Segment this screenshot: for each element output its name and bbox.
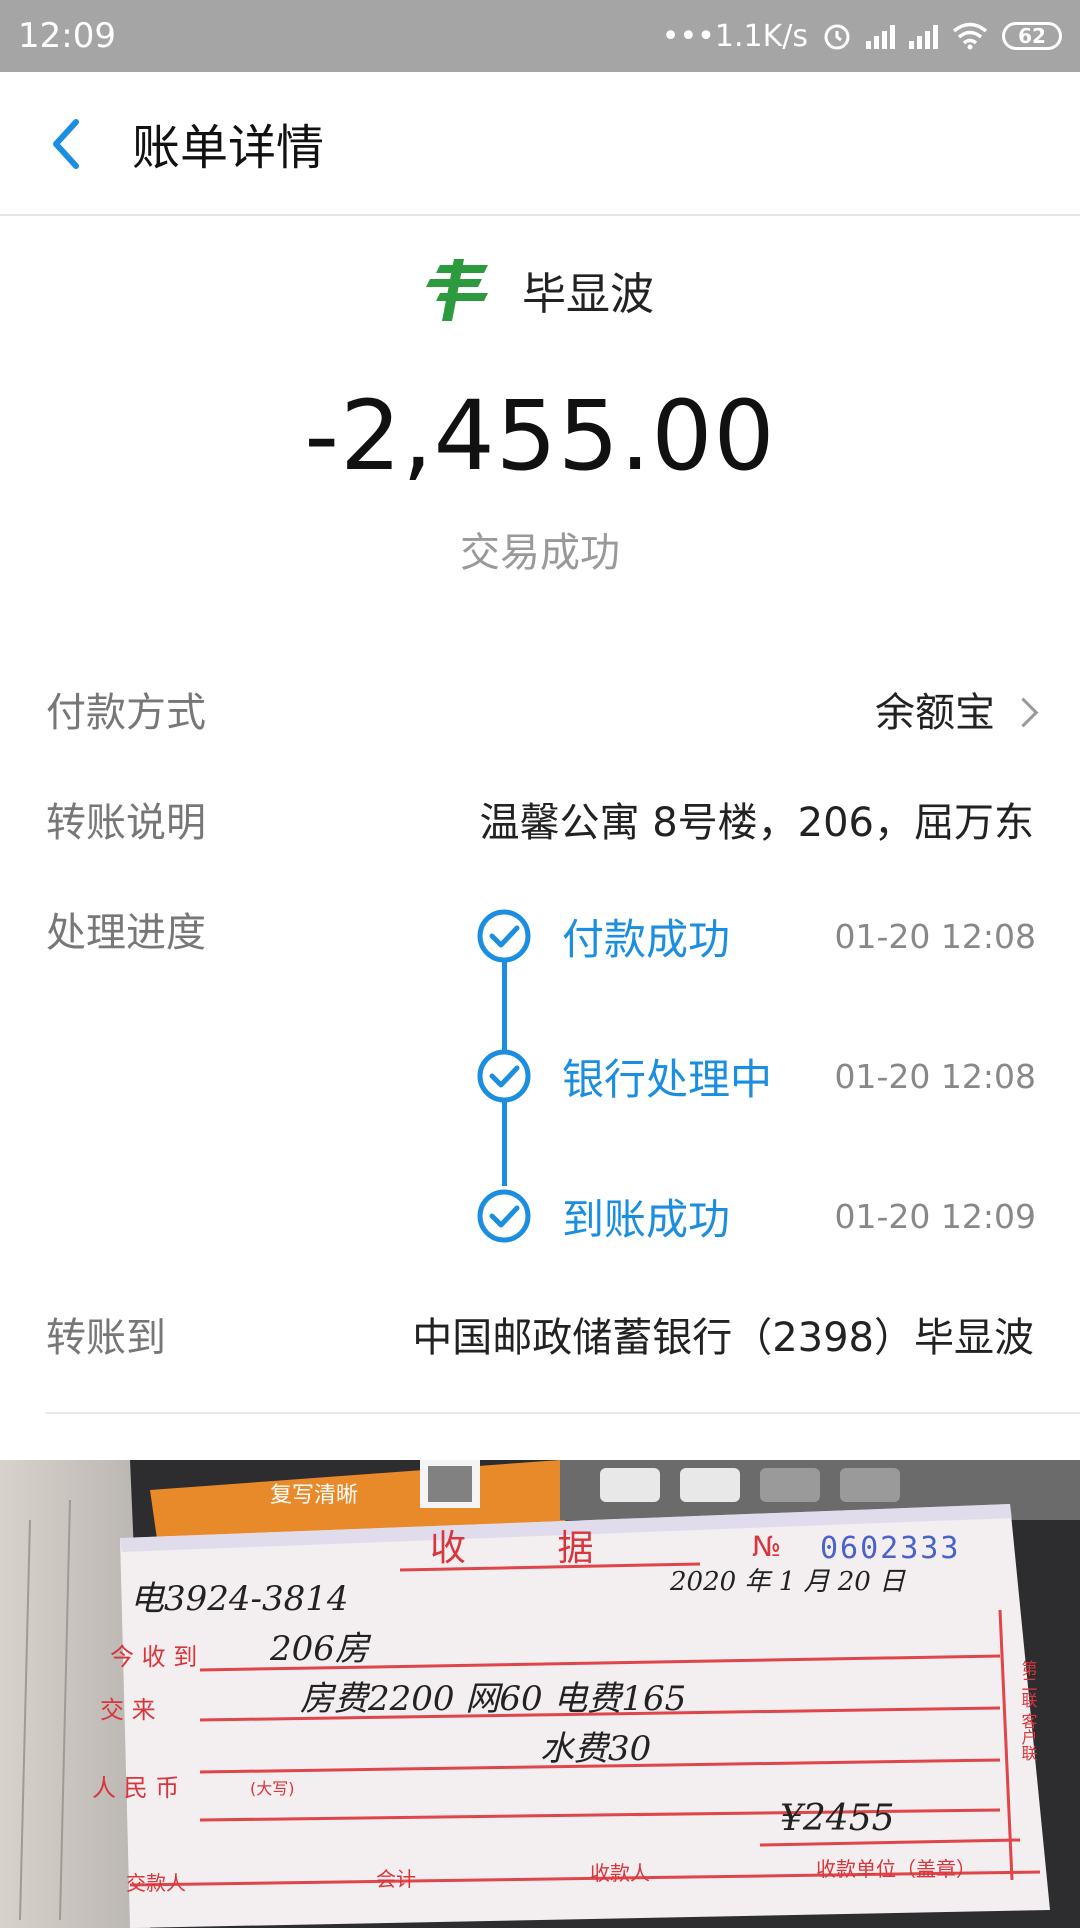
receipt-no-label: № [752,1530,781,1563]
receipt-footer-unit: 收款单位（盖章） [816,1857,976,1881]
transaction-status: 交易成功 [460,530,620,576]
receipt-photo[interactable]: 复写清晰 收 据 № 今 收 到 交 来 人 民 币 (大写) 交款人 会计 收… [0,1460,1080,1928]
signal-icon [866,23,895,49]
app-header: 账单详情 [0,72,1080,216]
divider [46,1412,1080,1414]
receipt-paid-for: 房费2200 网60 电费165 [300,1679,686,1719]
back-arrow-icon[interactable] [40,114,100,174]
status-bar: 12:09 •••1.1K/s 62 [0,0,1080,72]
step-label: 到账成功 [562,1194,731,1244]
step-label: 银行处理中 [562,1054,773,1104]
receipt-amount: ¥2455 [780,1798,895,1839]
progress-timeline: 付款成功 01-20 12:08 银行处理中 01-20 12:08 到账成功 … [476,906,1036,1246]
receipt-number: 0602333 [820,1531,960,1566]
page-title: 账单详情 [132,120,325,176]
receipt-rmb-label: 人 民 币 [92,1774,179,1802]
receipt-side-label: 第二联 客户联 [1019,1660,1038,1761]
step-time: 01-20 12:09 [834,1196,1036,1236]
step-time: 01-20 12:08 [834,1056,1036,1096]
check-circle-icon [477,1189,531,1243]
progress-step: 到账成功 01-20 12:09 [476,1186,1036,1246]
progress-label: 处理进度 [46,910,206,956]
network-speed: •••1.1K/s [661,18,808,54]
receipt-paid-for-2: 水费30 [540,1729,651,1769]
step-label: 付款成功 [562,914,731,964]
transfer-note-label: 转账说明 [46,800,206,846]
china-post-logo-icon [426,259,488,321]
receipt-title: 收 据 [430,1528,633,1569]
check-circle-icon [477,1049,531,1103]
receipt-date: 2020 年 1 月 20 日 [669,1567,906,1597]
payment-method-text: 余额宝 [875,690,995,736]
receipt-uppercase-label: (大写) [250,1779,295,1798]
payee-name: 毕显波 [522,269,654,320]
battery-icon: 62 [1002,22,1062,50]
step-time: 01-20 12:08 [834,916,1036,956]
transaction-amount: -2,455.00 [304,380,776,492]
progress-step: 付款成功 01-20 12:08 [476,906,1036,966]
check-circle-icon [477,909,531,963]
receipt-illustration: 复写清晰 收 据 № 今 收 到 交 来 人 民 币 (大写) 交款人 会计 收… [0,1460,1080,1928]
status-time: 12:09 [18,16,116,56]
chevron-right-icon [1008,697,1039,727]
receipt-footer-receiver: 收款人 [590,1861,650,1885]
alarm-icon [824,24,850,50]
receipt-paid-for-label: 交 来 [100,1696,156,1724]
receipt-handwritten-phone: 电3924-3814 [130,1579,349,1619]
progress-step: 银行处理中 01-20 12:08 [476,1046,1036,1106]
status-icons: •••1.1K/s 62 [662,19,1062,54]
receipt-footer-accountant: 会计 [376,1867,416,1891]
transfer-to-label: 转账到 [46,1315,166,1361]
receipt-received-from-label: 今 收 到 [110,1643,197,1671]
signal-icon-2 [909,23,938,49]
transfer-to-value: 中国邮政储蓄银行（2398）毕显波 [412,1315,1034,1361]
receipt-top-label: 复写清晰 [270,1483,358,1508]
payment-method-value[interactable]: 余额宝 [875,680,1039,738]
wifi-icon [952,22,988,50]
receipt-received-from: 206房 [269,1629,372,1669]
payee-info: 毕显波 [0,258,1080,322]
payment-method-label: 付款方式 [46,690,206,736]
receipt-footer-payer: 交款人 [126,1871,186,1895]
transfer-note-value: 温馨公寓 8号楼，206，屈万东 [479,800,1034,846]
